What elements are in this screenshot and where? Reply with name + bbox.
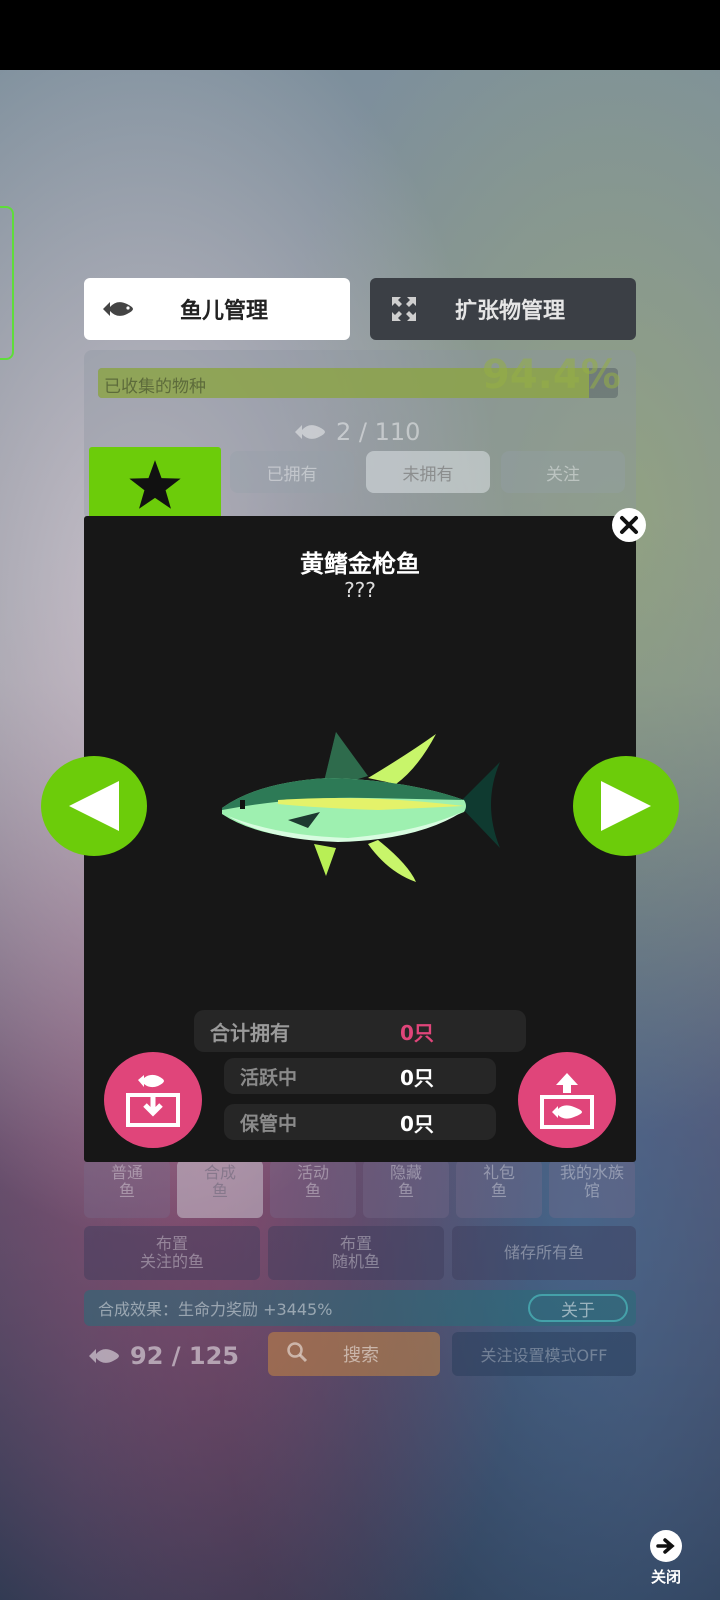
action-label: 随机鱼 xyxy=(331,1252,380,1271)
filter-owned-button[interactable]: 已拥有 xyxy=(230,451,354,493)
action-row: 布置 关注的鱼 布置 随机鱼 储存所有鱼 xyxy=(84,1226,636,1282)
star-icon xyxy=(129,460,181,509)
active-label: 活跃中 xyxy=(240,1066,298,1089)
tab-fish-label: 鱼儿管理 xyxy=(179,299,268,324)
status-bar xyxy=(0,0,720,70)
next-fish-button[interactable] xyxy=(573,756,679,856)
category-row: 普通鱼 合成鱼 活动鱼 隐藏鱼 礼包鱼 我的水族馆 xyxy=(84,1160,636,1220)
right-arrow-icon xyxy=(601,781,651,831)
total-fish-count: 92 / 125 xyxy=(86,1342,239,1370)
total-count-text: 92 / 125 xyxy=(130,1342,239,1370)
action-label: 布置 xyxy=(155,1234,188,1253)
store-all-button[interactable]: 储存所有鱼 xyxy=(452,1226,636,1280)
collection-progress-label: 已收集的物种 xyxy=(104,377,206,397)
category-label: 鱼 xyxy=(211,1181,228,1200)
close-icon xyxy=(620,516,638,534)
close-label: 关闭 xyxy=(650,1568,681,1586)
favorites-tab[interactable] xyxy=(89,447,221,525)
store-fish-icon xyxy=(126,1074,180,1127)
owned-species-count: 2 / 110 xyxy=(292,418,420,446)
action-label: 关注的鱼 xyxy=(139,1252,204,1271)
category-synth-fish[interactable]: 合成鱼 xyxy=(177,1160,263,1218)
category-event-fish[interactable]: 活动鱼 xyxy=(270,1160,356,1218)
about-button[interactable]: 关于 xyxy=(528,1294,628,1322)
category-label: 普通 xyxy=(110,1163,143,1182)
place-random-button[interactable]: 布置 随机鱼 xyxy=(268,1226,444,1280)
side-panel-edge[interactable] xyxy=(0,206,14,360)
previous-fish-button[interactable] xyxy=(41,756,147,856)
release-fish-button[interactable] xyxy=(518,1052,616,1148)
category-normal-fish[interactable]: 普通鱼 xyxy=(84,1160,170,1218)
modal-close-button[interactable] xyxy=(612,508,646,542)
search-icon xyxy=(286,1341,312,1368)
exit-arrow-icon xyxy=(650,1530,682,1562)
active-row: 活跃中 0只 xyxy=(224,1058,496,1094)
tuna-illustration xyxy=(222,732,500,882)
filter-followed-button[interactable]: 关注 xyxy=(501,451,625,493)
category-my-aquarium[interactable]: 我的水族馆 xyxy=(549,1160,635,1218)
tab-expansion-management[interactable]: 扩张物管理 xyxy=(370,278,636,340)
category-hidden-fish[interactable]: 隐藏鱼 xyxy=(363,1160,449,1218)
follow-mode-toggle[interactable]: 关注设置模式OFF xyxy=(452,1332,636,1376)
category-label: 隐藏 xyxy=(389,1163,422,1182)
filter-not-owned-button[interactable]: 未拥有 xyxy=(366,451,490,493)
left-arrow-icon xyxy=(69,781,119,831)
tab-fish-management[interactable]: 鱼儿管理 xyxy=(84,278,350,340)
total-owned-value: 0只 xyxy=(400,1020,434,1045)
fish-count-icon xyxy=(295,425,325,439)
action-label: 布置 xyxy=(339,1234,372,1253)
category-label: 礼包 xyxy=(482,1163,515,1182)
category-label: 活动 xyxy=(296,1163,329,1182)
tab-expansion-label: 扩张物管理 xyxy=(454,299,565,324)
close-screen-button[interactable]: 关闭 xyxy=(648,1530,684,1587)
stored-label: 保管中 xyxy=(240,1112,298,1135)
stored-value: 0只 xyxy=(400,1111,434,1136)
owned-count-text: 2 / 110 xyxy=(336,418,421,446)
fish-count-icon xyxy=(89,1349,119,1363)
stored-row: 保管中 0只 xyxy=(224,1104,496,1140)
fish-name: 黄鳍金枪鱼 xyxy=(300,550,420,578)
search-button[interactable]: 搜索 xyxy=(268,1332,440,1376)
expand-arrows-icon xyxy=(384,294,424,324)
category-label: 馆 xyxy=(583,1181,600,1200)
collection-percent: 94.4% xyxy=(482,352,621,398)
fish-icon xyxy=(98,294,138,324)
category-label: 鱼 xyxy=(118,1181,135,1200)
category-label: 合成 xyxy=(203,1163,236,1182)
category-label: 我的水族 xyxy=(559,1163,624,1182)
category-label: 鱼 xyxy=(304,1181,321,1200)
store-fish-button[interactable] xyxy=(104,1052,202,1148)
fish-subtitle: ??? xyxy=(344,578,376,602)
category-label: 鱼 xyxy=(490,1181,507,1200)
category-pack-fish[interactable]: 礼包鱼 xyxy=(456,1160,542,1218)
category-label: 鱼 xyxy=(397,1181,414,1200)
active-value: 0只 xyxy=(400,1065,434,1090)
search-label: 搜索 xyxy=(343,1345,379,1366)
release-fish-icon xyxy=(540,1073,594,1129)
place-followed-button[interactable]: 布置 关注的鱼 xyxy=(84,1226,260,1280)
total-owned-row: 合计拥有 0只 xyxy=(194,1010,526,1052)
total-owned-label: 合计拥有 xyxy=(210,1020,290,1045)
